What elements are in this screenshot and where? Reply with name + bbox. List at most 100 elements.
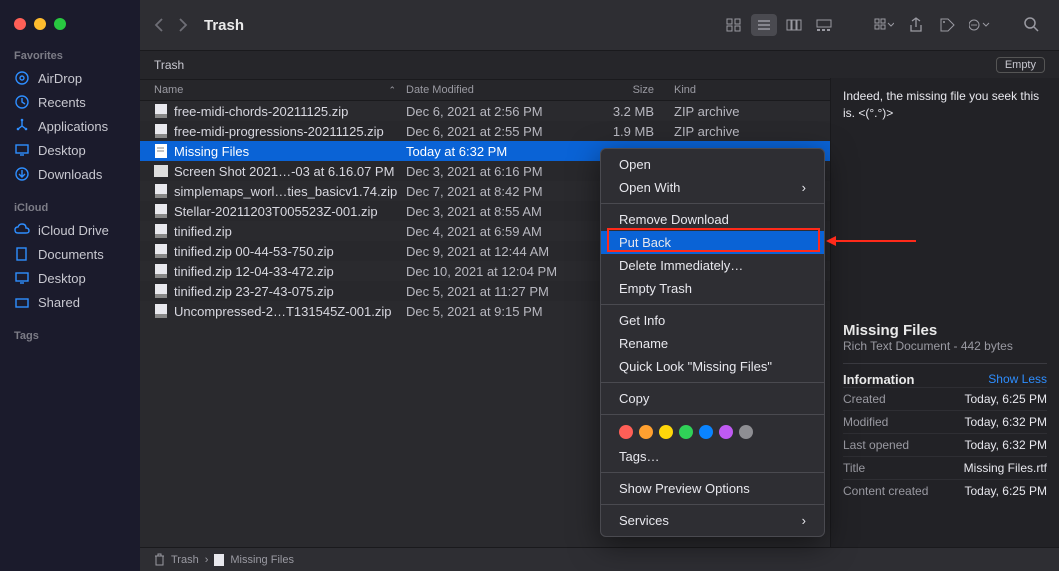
info-value: Today, 6:25 PM <box>965 392 1048 406</box>
column-size[interactable]: Size <box>584 84 674 96</box>
sidebar-item-label: Shared <box>38 295 80 310</box>
file-date: Dec 5, 2021 at 9:15 PM <box>406 304 584 319</box>
group-by-button[interactable] <box>871 14 897 36</box>
cm-services[interactable]: Services› <box>601 509 824 532</box>
file-name: tinified.zip 23-27-43-075.zip <box>174 284 334 299</box>
gallery-view-button[interactable] <box>811 14 837 36</box>
cm-tags[interactable]: Tags… <box>601 445 824 468</box>
file-name: Stellar-20211203T005523Z-001.zip <box>174 204 378 219</box>
path-trash[interactable]: Trash <box>171 554 199 566</box>
share-button[interactable] <box>903 14 929 36</box>
file-name: Uncompressed-2…T131545Z-001.zip <box>174 304 392 319</box>
info-value: Today, 6:32 PM <box>965 438 1048 452</box>
file-icon <box>154 183 168 199</box>
file-icon <box>154 203 168 219</box>
tag-color-swatch[interactable] <box>619 425 633 439</box>
search-button[interactable] <box>1019 14 1045 36</box>
location-header: Trash Empty <box>140 50 1059 80</box>
cm-delete-immediately[interactable]: Delete Immediately… <box>601 254 824 277</box>
preview-title: Missing Files <box>843 322 1047 339</box>
sidebar-item-airdrop[interactable]: AirDrop <box>0 66 140 90</box>
desktop-icon <box>14 270 30 286</box>
list-view-button[interactable] <box>751 14 777 36</box>
tag-color-swatch[interactable] <box>719 425 733 439</box>
actions-button[interactable] <box>967 14 993 36</box>
chevron-right-icon: › <box>802 513 806 528</box>
location-title: Trash <box>154 58 184 72</box>
cm-remove-download[interactable]: Remove Download <box>601 208 824 231</box>
sidebar-item-label: AirDrop <box>38 71 82 86</box>
info-value: Today, 6:32 PM <box>965 415 1048 429</box>
column-date[interactable]: Date Modified <box>406 84 584 96</box>
tag-color-swatch[interactable] <box>679 425 693 439</box>
file-date: Dec 4, 2021 at 6:59 AM <box>406 224 584 239</box>
preview-pane: Indeed, the missing file you seek this i… <box>830 78 1059 547</box>
cm-get-info[interactable]: Get Info <box>601 309 824 332</box>
cm-open-with[interactable]: Open With› <box>601 176 824 199</box>
cm-open[interactable]: Open <box>601 153 824 176</box>
file-name: Screen Shot 2021…-03 at 6.16.07 PM <box>174 164 394 179</box>
file-date: Dec 3, 2021 at 6:16 PM <box>406 164 584 179</box>
minimize-window-button[interactable] <box>34 18 46 30</box>
toolbar: Trash <box>140 0 1059 50</box>
empty-trash-button[interactable]: Empty <box>996 57 1045 73</box>
sidebar-item-documents[interactable]: Documents <box>0 242 140 266</box>
documents-icon <box>14 246 30 262</box>
cm-show-preview-options[interactable]: Show Preview Options <box>601 477 824 500</box>
sidebar-item-label: Recents <box>38 95 86 110</box>
sidebar-item-label: Applications <box>38 119 108 134</box>
sidebar-item-icloud-drive[interactable]: iCloud Drive <box>0 218 140 242</box>
info-value: Today, 6:25 PM <box>965 484 1048 498</box>
info-key: Title <box>843 461 865 475</box>
info-key: Last opened <box>843 438 909 452</box>
file-icon <box>154 143 168 159</box>
file-icon <box>154 263 168 279</box>
tag-color-swatch[interactable] <box>699 425 713 439</box>
info-row: Last opened Today, 6:32 PM <box>843 433 1047 456</box>
cm-put-back[interactable]: Put Back <box>601 231 824 254</box>
file-icon <box>154 303 168 319</box>
sidebar-item-desktop[interactable]: Desktop <box>0 266 140 290</box>
clock-icon <box>14 94 30 110</box>
close-window-button[interactable] <box>14 18 26 30</box>
file-date: Dec 9, 2021 at 12:44 AM <box>406 244 584 259</box>
icon-view-button[interactable] <box>721 14 747 36</box>
desktop-icon <box>14 142 30 158</box>
file-size: 3.2 MB <box>584 104 674 119</box>
sidebar-item-shared[interactable]: Shared <box>0 290 140 314</box>
cm-empty-trash[interactable]: Empty Trash <box>601 277 824 300</box>
file-date: Dec 5, 2021 at 11:27 PM <box>406 284 584 299</box>
sidebar-item-desktop[interactable]: Desktop <box>0 138 140 162</box>
sidebar-item-recents[interactable]: Recents <box>0 90 140 114</box>
info-row: TitleMissing Files.rtf <box>843 456 1047 479</box>
tag-color-swatch[interactable] <box>739 425 753 439</box>
tag-color-swatch[interactable] <box>659 425 673 439</box>
sidebar-item-label: Desktop <box>38 143 86 158</box>
tag-color-swatch[interactable] <box>639 425 653 439</box>
cm-quick-look[interactable]: Quick Look "Missing Files" <box>601 355 824 378</box>
column-view-button[interactable] <box>781 14 807 36</box>
info-row: ModifiedToday, 6:32 PM <box>843 410 1047 433</box>
info-header: Information <box>843 372 915 387</box>
file-name: Missing Files <box>174 144 249 159</box>
downloads-icon <box>14 166 30 182</box>
preview-subtitle: Rich Text Document - 442 bytes <box>843 339 1047 353</box>
path-file[interactable]: Missing Files <box>230 554 294 566</box>
tags-button[interactable] <box>935 14 961 36</box>
zoom-window-button[interactable] <box>54 18 66 30</box>
nav-back-button[interactable] <box>154 17 164 33</box>
show-less-link[interactable]: Show Less <box>988 372 1047 386</box>
column-name[interactable]: Name⌃ <box>154 84 406 96</box>
chevron-right-icon: › <box>802 180 806 195</box>
cm-rename[interactable]: Rename <box>601 332 824 355</box>
cm-copy[interactable]: Copy <box>601 387 824 410</box>
nav-forward-button[interactable] <box>178 17 188 33</box>
sidebar-item-applications[interactable]: Applications <box>0 114 140 138</box>
sidebar-item-downloads[interactable]: Downloads <box>0 162 140 186</box>
icloud-header: iCloud <box>0 196 140 218</box>
file-name: free-midi-chords-20211125.zip <box>174 104 348 119</box>
file-size: 1.9 MB <box>584 124 674 139</box>
file-date: Today at 6:32 PM <box>406 144 584 159</box>
file-date: Dec 3, 2021 at 8:55 AM <box>406 204 584 219</box>
info-key: Content created <box>843 484 928 498</box>
